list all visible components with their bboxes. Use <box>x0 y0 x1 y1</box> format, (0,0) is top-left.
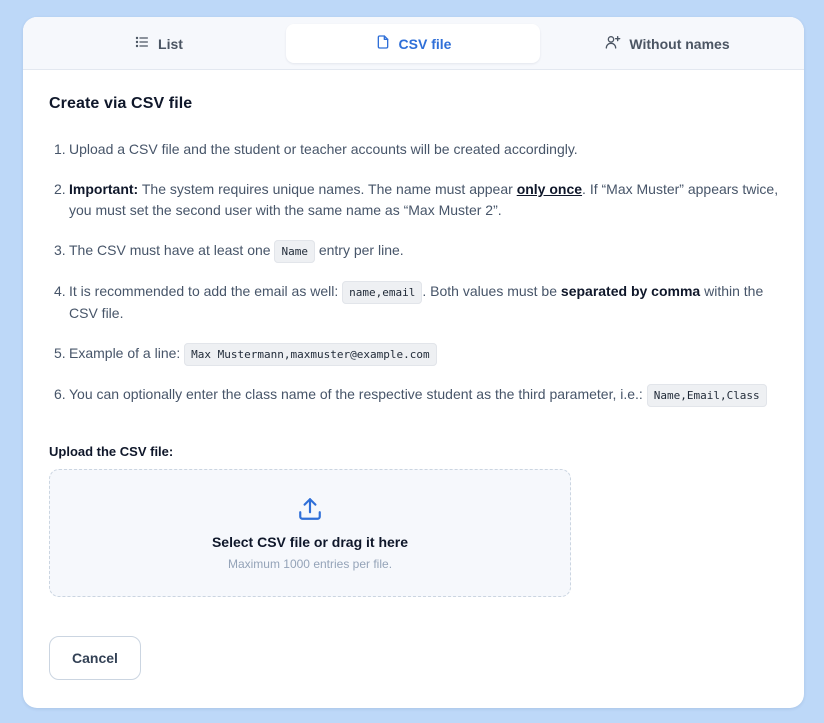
code-snippet: name,email <box>342 281 423 304</box>
upload-icon <box>297 496 323 534</box>
step-5: 5. Example of a line: Max Mustermann,max… <box>49 343 784 366</box>
csv-dropzone[interactable]: Select CSV file or drag it here Maximum … <box>49 469 571 597</box>
step-1: 1. Upload a CSV file and the student or … <box>49 139 784 160</box>
tab-bar: List CSV file Without names <box>23 17 804 70</box>
step-number: 1. <box>54 141 66 157</box>
step-text: The CSV must have at least one <box>69 242 275 258</box>
tab-csv-file[interactable]: CSV file <box>286 24 540 63</box>
step-number: 2. <box>54 181 66 197</box>
user-plus-icon <box>605 34 621 53</box>
step-text: It is recommended to add the email as we… <box>69 283 343 299</box>
step-6: 6. You can optionally enter the class na… <box>49 384 784 407</box>
step-3: 3. The CSV must have at least one Name e… <box>49 240 784 263</box>
dropzone-title: Select CSV file or drag it here <box>211 533 409 550</box>
dialog-card: List CSV file Without names Create via C… <box>23 17 804 708</box>
step-text: Upload a CSV file and the student or tea… <box>69 141 578 157</box>
step-2: 2. Important: The system requires unique… <box>49 179 784 221</box>
code-snippet: Name,Email,Class <box>646 384 767 407</box>
dropzone-subtitle: Maximum 1000 entries per file. <box>227 556 393 571</box>
tab-list[interactable]: List <box>31 24 286 63</box>
instructions: Create via CSV file 1. Upload a CSV file… <box>49 95 784 425</box>
step-number: 6. <box>54 386 66 402</box>
step-bold: Important: <box>69 181 139 197</box>
file-icon <box>375 34 391 53</box>
page-title: Create via CSV file <box>49 95 193 112</box>
step-number: 3. <box>54 242 66 258</box>
code-snippet: Max Mustermann,maxmuster@example.com <box>184 343 437 366</box>
tab-list-label: List <box>158 35 183 52</box>
step-emphasis: only once <box>516 181 583 197</box>
step-number: 4. <box>54 283 66 299</box>
step-4: 4. It is recommended to add the email as… <box>49 281 784 324</box>
code-snippet: Name <box>274 240 315 263</box>
steps-list: 1. Upload a CSV file and the student or … <box>49 139 784 407</box>
tab-without-names-label: Without names <box>629 35 730 52</box>
upload-label: Upload the CSV file: <box>49 444 174 459</box>
tab-without-names[interactable]: Without names <box>540 24 795 63</box>
cancel-button[interactable]: Cancel <box>49 636 141 680</box>
step-text: entry per line. <box>314 242 404 258</box>
step-text: You can optionally enter the class name … <box>69 386 647 402</box>
step-number: 5. <box>54 345 66 361</box>
step-bold: separated by comma <box>560 283 701 299</box>
list-icon <box>134 34 150 53</box>
step-text: . Both values must be <box>422 283 561 299</box>
step-text: Example of a line: <box>69 345 185 361</box>
tab-csv-file-label: CSV file <box>398 35 452 52</box>
step-text: The system requires unique names. The na… <box>138 181 517 197</box>
